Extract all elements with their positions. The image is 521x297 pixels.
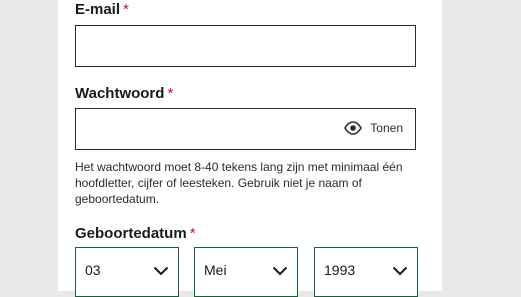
birthdate-label-text: Geboortedatum (75, 225, 187, 242)
show-password-toggle[interactable]: Tonen (344, 121, 403, 135)
chevron-down-icon (153, 263, 169, 281)
password-required-mark: * (167, 85, 174, 102)
email-required-mark: * (123, 1, 129, 18)
day-select-value: 03 (85, 262, 101, 278)
chevron-down-icon (392, 263, 408, 281)
password-label: Wachtwoord * (75, 85, 173, 102)
email-label: E-mail * (75, 1, 129, 18)
show-password-label: Tonen (370, 121, 403, 135)
password-field[interactable]: Tonen (75, 108, 416, 150)
password-label-text: Wachtwoord (75, 85, 165, 102)
email-field[interactable] (75, 25, 416, 67)
year-select[interactable]: 1993 (314, 247, 418, 297)
year-select-value: 1993 (324, 262, 356, 278)
chevron-down-icon (272, 263, 288, 281)
month-select-value: Mei (204, 262, 227, 278)
email-label-text: E-mail (75, 1, 121, 18)
day-select[interactable]: 03 (75, 247, 179, 297)
password-hint: Het wachtwoord moet 8-40 tekens lang zij… (75, 160, 403, 206)
birthdate-label: Geboortedatum * (75, 225, 196, 242)
eye-icon (344, 121, 363, 135)
birthdate-required-mark: * (189, 225, 196, 242)
month-select[interactable]: Mei (194, 247, 298, 297)
